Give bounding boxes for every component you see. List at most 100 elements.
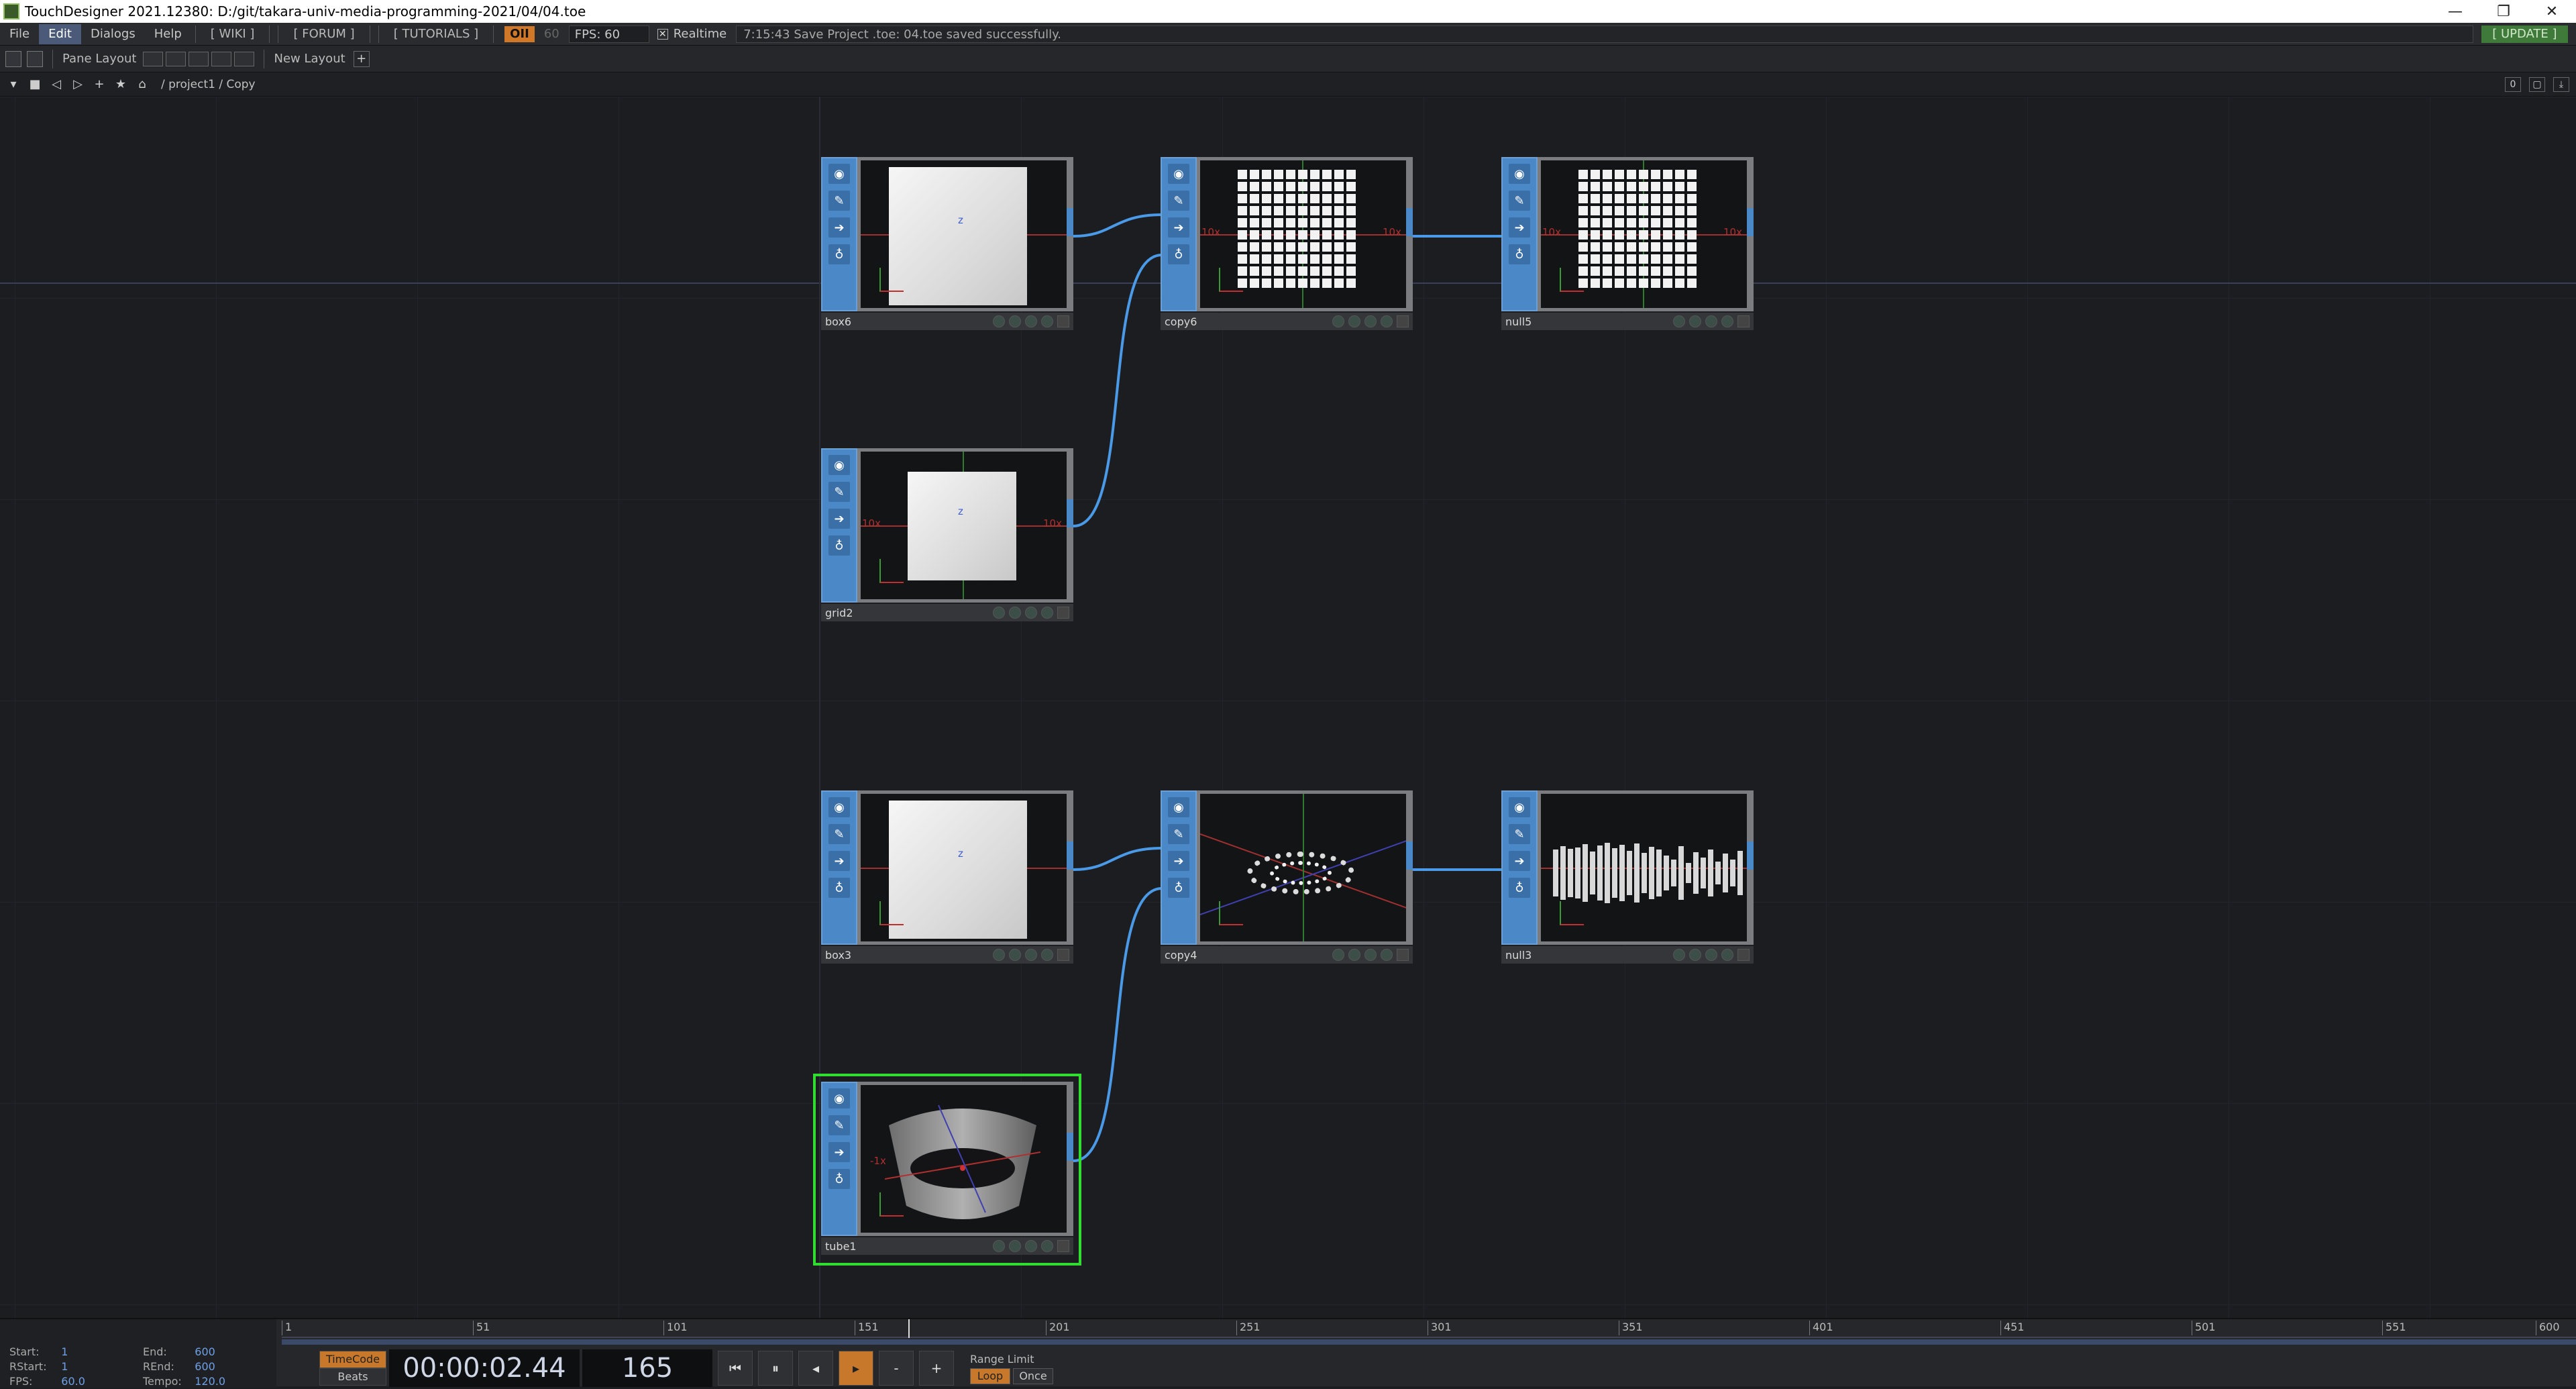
clone-flag-icon[interactable] bbox=[1364, 315, 1377, 327]
bypass-flag-icon[interactable] bbox=[1332, 949, 1344, 961]
menu-dialogs[interactable]: Dialogs bbox=[81, 24, 145, 44]
node-viewer[interactable] bbox=[1538, 790, 1751, 945]
node-nameplate[interactable]: box6 bbox=[821, 313, 1073, 330]
expand-icon[interactable] bbox=[1397, 315, 1409, 327]
home-icon[interactable]: ⌂ bbox=[134, 76, 150, 93]
bypass-flag-icon[interactable] bbox=[1332, 315, 1344, 327]
timecode-display[interactable]: 00:00:02.44 bbox=[389, 1349, 580, 1387]
layout-preset-4[interactable] bbox=[211, 51, 232, 66]
node-nameplate[interactable]: copy4 bbox=[1161, 946, 1413, 964]
back-icon[interactable]: ◁ bbox=[48, 76, 64, 93]
output-connector[interactable] bbox=[1406, 790, 1413, 945]
output-connector[interactable] bbox=[1067, 448, 1073, 603]
node-name[interactable]: null5 bbox=[1505, 315, 1532, 328]
oii-indicator[interactable]: OII bbox=[504, 25, 535, 42]
restore-button[interactable]: ❐ bbox=[2479, 0, 2528, 23]
star-icon[interactable]: ★ bbox=[113, 76, 129, 93]
lock-flag-icon[interactable]: ♁ bbox=[1168, 878, 1189, 898]
node-nameplate[interactable]: tube1 bbox=[821, 1237, 1073, 1255]
node-nameplate[interactable]: box3 bbox=[821, 946, 1073, 964]
clone-flag-icon[interactable] bbox=[1025, 949, 1037, 961]
lock-flag-icon[interactable]: ♁ bbox=[1509, 878, 1530, 898]
viewer-flag-icon[interactable] bbox=[1041, 1240, 1053, 1252]
viewer-flag-icon[interactable] bbox=[1041, 949, 1053, 961]
network-path[interactable]: / project1 / Copy bbox=[161, 78, 256, 91]
bypass-flag-icon[interactable] bbox=[1673, 949, 1685, 961]
forum-link[interactable]: [ FORUM ] bbox=[278, 25, 370, 43]
bypass-flag-icon[interactable] bbox=[993, 315, 1005, 327]
lock-flag-icon[interactable]: ♁ bbox=[1168, 244, 1189, 264]
node-viewer[interactable]: 10x 10x bbox=[1197, 157, 1410, 311]
lock-flag-icon[interactable]: ♁ bbox=[828, 244, 850, 264]
lock-flag-small-icon[interactable] bbox=[1009, 1240, 1021, 1252]
node-viewer[interactable] bbox=[1197, 790, 1410, 945]
display-flag-icon[interactable]: ✎ bbox=[828, 191, 850, 211]
pane-split-icon[interactable] bbox=[27, 50, 43, 67]
network-editor[interactable]: ◉ ✎ ➔ ♁ z box6 ◉ ✎ ➔ ♁ 10x 10x copy6 ◉ ✎… bbox=[0, 97, 2576, 1318]
layout-preset-1[interactable] bbox=[143, 51, 164, 66]
display-flag-icon[interactable]: ✎ bbox=[1509, 191, 1530, 211]
lock-flag-small-icon[interactable] bbox=[1689, 315, 1701, 327]
viewer-toggle-icon[interactable]: ◉ bbox=[1509, 164, 1530, 184]
expand-icon[interactable] bbox=[1737, 949, 1750, 961]
start-value[interactable]: 1 bbox=[61, 1345, 143, 1359]
rewind-icon[interactable]: ⏮ bbox=[718, 1351, 753, 1386]
node-name[interactable]: copy6 bbox=[1165, 315, 1197, 328]
node-grid2[interactable]: ◉ ✎ ➔ ♁ z 10x 10x grid2 bbox=[821, 448, 1073, 624]
display-flag-icon[interactable]: ✎ bbox=[1168, 824, 1189, 844]
maximize-pane-icon[interactable]: ▢ bbox=[2529, 76, 2545, 92]
node-viewer[interactable]: z bbox=[857, 157, 1071, 311]
play-icon[interactable]: ▸ bbox=[839, 1351, 873, 1386]
node-name[interactable]: copy4 bbox=[1165, 949, 1197, 962]
output-connector[interactable] bbox=[1747, 790, 1754, 945]
minimize-button[interactable]: — bbox=[2431, 0, 2479, 23]
tutorials-link[interactable]: [ TUTORIALS ] bbox=[378, 25, 494, 43]
expand-icon[interactable] bbox=[1057, 949, 1069, 961]
export-flag-icon[interactable]: ➔ bbox=[1168, 851, 1189, 871]
node-name[interactable]: tube1 bbox=[825, 1240, 857, 1253]
node-null5[interactable]: ◉ ✎ ➔ ♁ 10x 10x null5 bbox=[1501, 157, 1754, 333]
bypass-flag-icon[interactable] bbox=[993, 949, 1005, 961]
viewer-toggle-icon[interactable]: ◉ bbox=[1509, 797, 1530, 817]
node-copy4[interactable]: ◉ ✎ ➔ ♁ copy4 bbox=[1161, 790, 1413, 966]
wiki-link[interactable]: [ WIKI ] bbox=[195, 25, 270, 43]
menu-edit[interactable]: Edit bbox=[39, 23, 81, 44]
display-flag-icon[interactable]: ✎ bbox=[828, 824, 850, 844]
layout-preset-3[interactable] bbox=[189, 51, 209, 66]
node-box3[interactable]: ◉ ✎ ➔ ♁ z box3 bbox=[821, 790, 1073, 966]
viewer-toggle-icon[interactable]: ◉ bbox=[1168, 797, 1189, 817]
update-button[interactable]: [ UPDATE ] bbox=[2481, 25, 2568, 43]
timeline-ruler[interactable]: 1 51 101 151 201 251 301 351 401 451 501 551 600 bbox=[282, 1319, 2576, 1338]
end-value[interactable]: 600 bbox=[195, 1345, 276, 1359]
viewer-toggle-icon[interactable]: ◉ bbox=[828, 1088, 850, 1109]
viewer-flag-icon[interactable] bbox=[1041, 315, 1053, 327]
path-value-box[interactable]: 0 bbox=[2505, 76, 2521, 92]
lock-flag-icon[interactable]: ♁ bbox=[828, 535, 850, 556]
pause-icon[interactable]: ⏸ bbox=[758, 1351, 793, 1386]
export-flag-icon[interactable]: ➔ bbox=[828, 217, 850, 238]
add-icon[interactable]: + bbox=[91, 76, 107, 93]
output-connector[interactable] bbox=[1067, 1082, 1073, 1236]
loop-button[interactable]: Loop bbox=[970, 1368, 1010, 1384]
clone-flag-icon[interactable] bbox=[1705, 949, 1717, 961]
export-flag-icon[interactable]: ➔ bbox=[1509, 217, 1530, 238]
lock-flag-small-icon[interactable] bbox=[1348, 949, 1360, 961]
export-flag-icon[interactable]: ➔ bbox=[828, 1142, 850, 1162]
once-button[interactable]: Once bbox=[1013, 1368, 1053, 1384]
viewer-flag-icon[interactable] bbox=[1381, 949, 1393, 961]
stop-icon[interactable]: ■ bbox=[27, 76, 43, 93]
fps-value[interactable]: 60.0 bbox=[61, 1374, 143, 1389]
expand-icon[interactable] bbox=[1737, 315, 1750, 327]
display-flag-icon[interactable]: ✎ bbox=[1509, 824, 1530, 844]
lock-flag-small-icon[interactable] bbox=[1348, 315, 1360, 327]
bypass-flag-icon[interactable] bbox=[993, 1240, 1005, 1252]
node-tube1[interactable]: ◉ ✎ ➔ ♁ -1x tube1 bbox=[813, 1074, 1081, 1266]
node-name[interactable]: box6 bbox=[825, 315, 851, 328]
node-name[interactable]: null3 bbox=[1505, 949, 1532, 962]
playhead-cursor[interactable] bbox=[908, 1319, 910, 1338]
clone-flag-icon[interactable] bbox=[1705, 315, 1717, 327]
clone-flag-icon[interactable] bbox=[1025, 1240, 1037, 1252]
node-null3[interactable]: ◉ ✎ ➔ ♁ null3 bbox=[1501, 790, 1754, 966]
output-connector[interactable] bbox=[1406, 157, 1413, 311]
lock-flag-icon[interactable]: ♁ bbox=[828, 1169, 850, 1189]
